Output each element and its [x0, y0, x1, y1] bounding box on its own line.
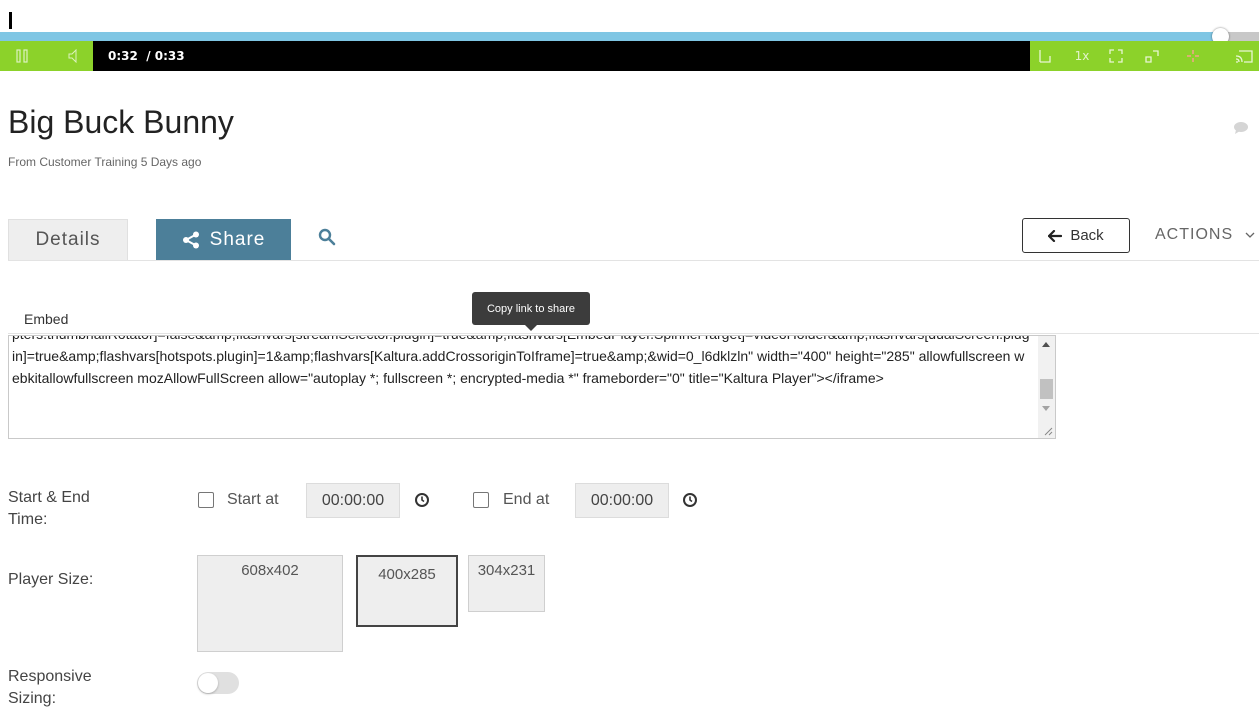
tab-details[interactable]: Details [8, 219, 128, 260]
start-time-value: 00:00:00 [321, 491, 385, 509]
tab-share-label: Share [209, 228, 266, 250]
chapters-button[interactable] [1033, 41, 1057, 71]
player-size-label: Player Size: [8, 571, 94, 588]
player-size-option-medium[interactable]: 400x285 [356, 555, 458, 627]
expand-icon [1109, 49, 1123, 63]
hotspots-button[interactable] [1181, 41, 1205, 71]
end-at-label: End at [503, 491, 550, 508]
player-top-area [0, 0, 1259, 32]
tabs-divider [8, 260, 1259, 261]
start-end-label-line1: Start & End [8, 489, 90, 506]
embed-scrollbar[interactable] [1038, 336, 1055, 438]
entry-subtitle: From Customer Training 5 Days ago [8, 155, 202, 169]
end-time-field[interactable]: 00:00:00 [575, 483, 669, 518]
back-button[interactable]: Back [1022, 218, 1130, 253]
progress-scrubber[interactable] [0, 28, 1259, 45]
embed-code-textarea[interactable]: pters.thumbnailRotator]=false&amp;flashv… [8, 335, 1056, 439]
volume-button[interactable] [62, 41, 84, 71]
duration: / 0:33 [146, 49, 185, 63]
scroll-up-arrow-icon[interactable] [1042, 342, 1050, 347]
responsive-label-line2: Sizing: [8, 690, 57, 707]
responsive-sizing-label: Responsive Sizing: [8, 666, 92, 710]
start-time-field[interactable]: 00:00:00 [306, 483, 400, 518]
playback-speed-button[interactable]: 1x [1071, 41, 1093, 71]
clock-icon[interactable] [414, 492, 430, 508]
comment-icon [1234, 122, 1248, 134]
player-size-option-large[interactable]: 608x402 [197, 555, 343, 652]
page-title: Big Buck Bunny [8, 104, 234, 140]
end-time-value: 00:00:00 [590, 491, 654, 509]
tab-share[interactable]: Share [156, 219, 291, 260]
end-at-checkbox[interactable] [473, 492, 489, 508]
fullscreen-button[interactable] [1104, 41, 1128, 71]
player-size-option-small[interactable]: 304x231 [468, 555, 545, 612]
scroll-thumb[interactable] [1040, 379, 1053, 399]
size-option-label: 304x231 [477, 562, 536, 579]
embed-code-text: pters.thumbnailRotator]=false&amp;flashv… [12, 336, 1029, 386]
start-at-checkbox[interactable] [198, 492, 214, 508]
actions-label: ACTIONS [1155, 226, 1234, 243]
share-icon [182, 231, 199, 248]
size-option-label: 608x402 [241, 562, 299, 579]
text-cursor [9, 12, 12, 29]
start-at-label: Start at [227, 491, 279, 508]
responsive-label-line1: Responsive [8, 668, 92, 685]
sparkle-icon [1187, 50, 1199, 62]
progress-fill [0, 32, 1220, 41]
responsive-sizing-toggle[interactable] [197, 672, 239, 694]
pause-icon [16, 49, 28, 63]
tab-details-label: Details [35, 229, 101, 250]
scroll-down-arrow-icon[interactable] [1042, 406, 1050, 411]
actions-menu[interactable]: ACTIONS [1155, 226, 1255, 244]
picture-in-picture-icon [1145, 50, 1159, 63]
start-end-time-label: Start & End Time: [8, 487, 90, 531]
size-option-label: 400x285 [378, 566, 436, 583]
time-display: 0:32 / 0:33 [108, 49, 185, 63]
toggle-knob [198, 673, 218, 693]
clock-icon[interactable] [682, 492, 698, 508]
back-label: Back [1070, 227, 1104, 244]
tooltip-arrow [525, 325, 537, 331]
arrow-left-icon [1048, 229, 1063, 242]
resize-grip-icon[interactable] [1043, 426, 1053, 436]
cast-icon [1235, 50, 1253, 63]
player-control-bar: 0:32 / 0:33 1x [0, 41, 1259, 71]
pause-button[interactable] [10, 41, 34, 71]
speed-label: 1x [1074, 49, 1090, 63]
cast-button[interactable] [1231, 41, 1257, 71]
comments-button[interactable] [1233, 121, 1249, 140]
current-time: 0:32 [108, 49, 138, 63]
flag-icon [1039, 50, 1051, 63]
embed-label: Embed [24, 311, 69, 327]
embed-divider [8, 333, 1259, 334]
search-icon [318, 228, 336, 246]
volume-icon [68, 49, 77, 63]
copy-link-tooltip: Copy link to share [472, 292, 590, 325]
tab-search[interactable] [318, 228, 336, 251]
start-end-label-line2: Time: [8, 511, 48, 528]
dual-screen-button[interactable] [1140, 41, 1164, 71]
chevron-down-icon [1245, 232, 1255, 238]
